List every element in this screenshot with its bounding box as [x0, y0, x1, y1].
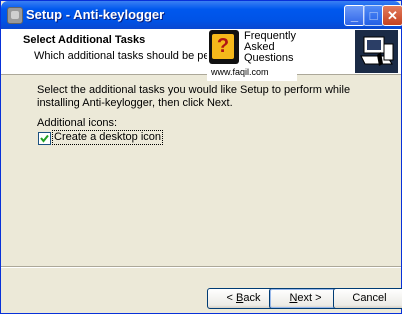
window-title: Setup - Anti-keylogger [26, 7, 165, 22]
maximize-button[interactable]: □ [363, 5, 384, 26]
desktop-icon-checkbox[interactable] [38, 132, 51, 145]
faq-watermark: ? Frequently Asked Questions www.faqil.c… [207, 29, 297, 81]
wizard-computer-icon [355, 30, 398, 73]
watermark-line3: Questions [244, 52, 294, 64]
question-mark-icon: ? [209, 30, 239, 64]
minimize-button[interactable]: _ [344, 5, 365, 26]
setup-app-icon [7, 7, 23, 24]
instruction-text: Select the additional tasks you would li… [37, 84, 351, 109]
close-button[interactable]: ✕ [382, 5, 402, 26]
title-bar[interactable]: Setup - Anti-keylogger _ □ ✕ [1, 1, 402, 29]
footer-divider [1, 266, 401, 268]
page-title: Select Additional Tasks [23, 34, 146, 46]
next-button[interactable]: Next > [269, 288, 342, 309]
additional-icons-label: Additional icons: [37, 117, 118, 129]
setup-window: Setup - Anti-keylogger _ □ ✕ Select Addi… [0, 0, 402, 314]
cancel-button[interactable]: Cancel [333, 288, 402, 309]
checkmark-icon [40, 134, 49, 143]
desktop-icon-label[interactable]: Create a desktop icon [52, 130, 164, 145]
wizard-header: Select Additional Tasks Which additional… [1, 29, 401, 75]
watermark-url: www.faqil.com [211, 67, 269, 77]
